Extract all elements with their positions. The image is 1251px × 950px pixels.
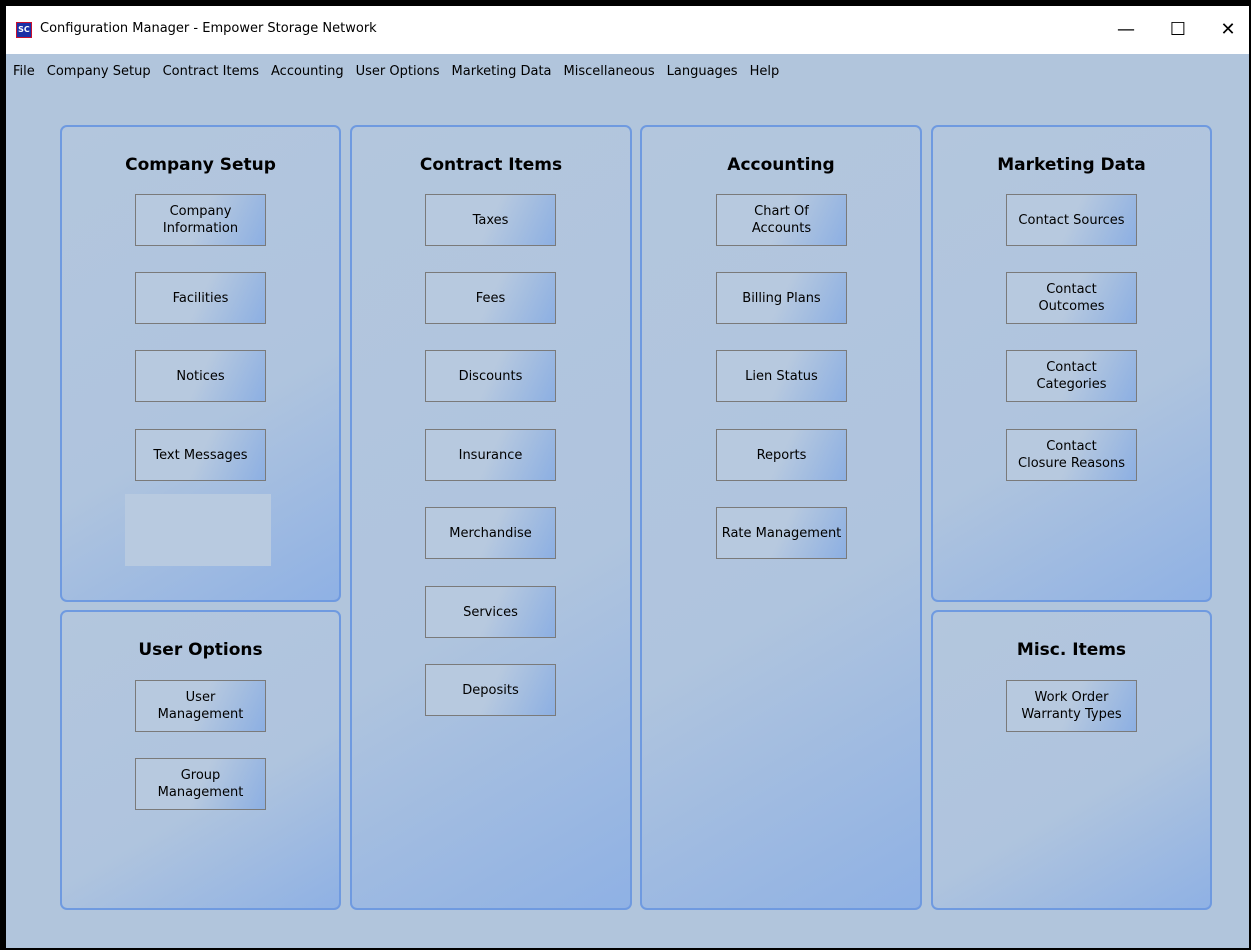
app-icon bbox=[16, 22, 32, 38]
configuration-manager-window: Configuration Manager - Empower Storage … bbox=[6, 6, 1249, 948]
menu-bar: File Company Setup Contract Items Accoun… bbox=[6, 54, 1249, 88]
title-bar: Configuration Manager - Empower Storage … bbox=[6, 6, 1249, 54]
contract-items-title: Contract Items bbox=[419, 155, 563, 175]
maximize-button[interactable]: ☐ bbox=[1155, 10, 1201, 50]
accounting-title: Accounting bbox=[727, 155, 835, 175]
misc-items-panel: Misc. Items Work Order Warranty Types bbox=[931, 610, 1212, 910]
menu-company-setup[interactable]: Company Setup bbox=[41, 64, 157, 79]
menu-contract-items[interactable]: Contract Items bbox=[157, 64, 265, 79]
close-button[interactable]: ✕ bbox=[1205, 10, 1249, 50]
user-options-title: User Options bbox=[138, 640, 263, 660]
work-order-warranty-types-button[interactable]: Work Order Warranty Types bbox=[1006, 680, 1137, 732]
minimize-button[interactable]: — bbox=[1103, 10, 1149, 50]
chart-of-accounts-button[interactable]: Chart Of Accounts bbox=[716, 194, 847, 246]
lien-status-button[interactable]: Lien Status bbox=[716, 350, 847, 402]
accounting-panel: Accounting Chart Of Accounts Billing Pla… bbox=[640, 125, 922, 910]
services-button[interactable]: Services bbox=[425, 586, 556, 638]
contact-categories-button[interactable]: Contact Categories bbox=[1006, 350, 1137, 402]
misc-items-title: Misc. Items bbox=[1016, 640, 1127, 660]
billing-plans-button[interactable]: Billing Plans bbox=[716, 272, 847, 324]
contact-sources-button[interactable]: Contact Sources bbox=[1006, 194, 1137, 246]
user-management-button[interactable]: User Management bbox=[135, 680, 266, 732]
menu-help[interactable]: Help bbox=[744, 64, 786, 79]
marketing-data-title: Marketing Data bbox=[997, 155, 1146, 175]
merchandise-button[interactable]: Merchandise bbox=[425, 507, 556, 559]
menu-miscellaneous[interactable]: Miscellaneous bbox=[558, 64, 661, 79]
text-messages-button[interactable]: Text Messages bbox=[135, 429, 266, 481]
menu-file[interactable]: File bbox=[6, 64, 41, 79]
company-setup-panel: Company Setup Company Information Facili… bbox=[60, 125, 341, 602]
contact-closure-reasons-button[interactable]: Contact Closure Reasons bbox=[1006, 429, 1137, 481]
menu-marketing-data[interactable]: Marketing Data bbox=[446, 64, 558, 79]
group-management-button[interactable]: Group Management bbox=[135, 758, 266, 810]
window-title: Configuration Manager - Empower Storage … bbox=[40, 21, 377, 36]
user-options-panel: User Options User Management Group Manag… bbox=[60, 610, 341, 910]
contract-items-panel: Contract Items Taxes Fees Discounts Insu… bbox=[350, 125, 632, 910]
contact-outcomes-button[interactable]: Contact Outcomes bbox=[1006, 272, 1137, 324]
deposits-button[interactable]: Deposits bbox=[425, 664, 556, 716]
marketing-data-panel: Marketing Data Contact Sources Contact O… bbox=[931, 125, 1212, 602]
menu-languages[interactable]: Languages bbox=[661, 64, 744, 79]
insurance-button[interactable]: Insurance bbox=[425, 429, 556, 481]
company-information-button[interactable]: Company Information bbox=[135, 194, 266, 246]
company-setup-title: Company Setup bbox=[125, 155, 276, 175]
fees-button[interactable]: Fees bbox=[425, 272, 556, 324]
discounts-button[interactable]: Discounts bbox=[425, 350, 556, 402]
reports-button[interactable]: Reports bbox=[716, 429, 847, 481]
menu-accounting[interactable]: Accounting bbox=[265, 64, 350, 79]
blank-placeholder bbox=[125, 494, 271, 566]
notices-button[interactable]: Notices bbox=[135, 350, 266, 402]
menu-user-options[interactable]: User Options bbox=[350, 64, 446, 79]
taxes-button[interactable]: Taxes bbox=[425, 194, 556, 246]
rate-management-button[interactable]: Rate Management bbox=[716, 507, 847, 559]
facilities-button[interactable]: Facilities bbox=[135, 272, 266, 324]
